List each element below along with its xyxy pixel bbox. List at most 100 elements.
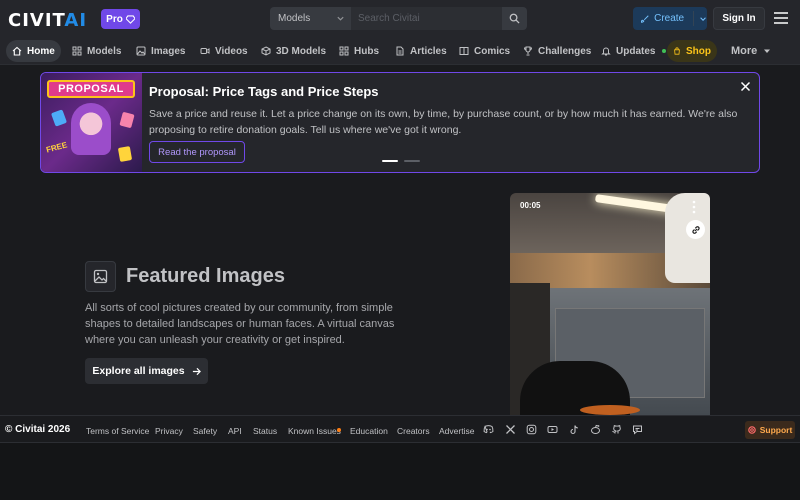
banner-illustration: PROPOSAL FREE: [41, 73, 142, 172]
nav-item-models[interactable]: Models: [66, 40, 127, 62]
carousel-dot[interactable]: [404, 160, 420, 162]
footer-link-api[interactable]: API: [228, 426, 242, 436]
brush-icon: [641, 14, 649, 23]
create-button[interactable]: Create: [633, 7, 707, 30]
nav-label: Challenges: [538, 45, 592, 57]
reddit-icon[interactable]: [590, 424, 601, 435]
footer-link-safety[interactable]: Safety: [193, 426, 217, 436]
featured-images-description: All sorts of cool pictures created by ou…: [85, 302, 395, 346]
top-header: CIVITAI Pro Models / Create Sign In: [0, 0, 800, 37]
footer-link-creators[interactable]: Creators: [397, 426, 430, 436]
bell-icon: [601, 47, 611, 56]
nav-item-home[interactable]: Home: [6, 40, 61, 62]
book-icon: [459, 47, 469, 55]
video-icon: [200, 48, 210, 54]
footer-copyright: © Civitai 2026: [5, 424, 71, 435]
pro-button[interactable]: Pro: [101, 9, 140, 29]
carousel-dot[interactable]: [382, 160, 398, 162]
cube-icon: [261, 46, 271, 56]
proposal-banner: PROPOSAL FREE Proposal: Price Tags and P…: [40, 72, 760, 173]
footer-link-known-issues[interactable]: Known Issues: [288, 426, 341, 436]
featured-images-icon-box: [85, 261, 116, 292]
nav-label: Shop: [686, 45, 711, 57]
footer-bar: © Civitai 2026 Terms of Service Privacy …: [0, 415, 800, 443]
search-icon: [509, 13, 520, 24]
footer-link-status[interactable]: Status: [253, 426, 277, 436]
read-proposal-button[interactable]: Read the proposal: [149, 141, 245, 163]
nav-item-videos[interactable]: Videos: [194, 40, 254, 62]
tiktok-icon[interactable]: [569, 424, 580, 435]
video-duration: 00:05: [520, 201, 541, 210]
chevron-down-icon: [337, 16, 344, 21]
page-bottom-area: [0, 443, 800, 500]
nav-label: 3D Models: [276, 45, 327, 57]
price-tag-shape: [119, 111, 135, 129]
copy-link-button[interactable]: [686, 220, 705, 239]
nav-item-updates[interactable]: Updates: [595, 40, 672, 62]
footer-link-terms[interactable]: Terms of Service: [86, 426, 149, 436]
footer-link-education[interactable]: Education: [350, 426, 388, 436]
nav-item-comics[interactable]: Comics: [453, 40, 516, 62]
lifebuoy-icon: [747, 426, 756, 434]
search-type-value: Models: [278, 13, 311, 24]
known-issues-indicator-dot: [337, 428, 341, 432]
hamburger-menu-icon[interactable]: [774, 12, 788, 24]
trophy-icon: [523, 46, 533, 56]
carousel-indicators: [382, 160, 420, 162]
nav-item-articles[interactable]: Articles: [389, 40, 453, 62]
video-scene-plate: [580, 405, 640, 415]
main-nav: Home Models Images Videos 3D Models Hubs…: [0, 37, 800, 65]
featured-video-card[interactable]: 00:05: [510, 193, 710, 415]
nav-label: Videos: [215, 45, 248, 57]
chevron-down-icon[interactable]: [699, 14, 707, 24]
nav-label: Models: [87, 45, 122, 57]
banner-text: Save a price and reuse it. Let a price c…: [149, 108, 738, 136]
nav-label: Home: [27, 45, 55, 57]
nav-item-more[interactable]: More: [725, 40, 778, 62]
nav-item-hubs[interactable]: Hubs: [333, 40, 385, 62]
github-icon[interactable]: [611, 424, 622, 435]
search-bar: Models /: [270, 7, 527, 30]
chat-icon[interactable]: [632, 424, 643, 435]
diamond-icon: [125, 14, 135, 24]
video-scene-chef: [665, 193, 710, 283]
more-options-icon[interactable]: [692, 200, 696, 214]
link-icon: [691, 225, 700, 234]
grid-icon: [72, 46, 82, 56]
close-icon[interactable]: [740, 81, 751, 92]
app-root: CIVITAI Pro Models / Create Sign In: [0, 0, 800, 500]
arrow-right-icon: [192, 367, 201, 375]
proposal-sign: PROPOSAL: [47, 80, 135, 98]
search-input[interactable]: [352, 7, 502, 30]
support-button[interactable]: Support: [745, 421, 795, 439]
discord-icon[interactable]: [483, 424, 494, 435]
instagram-icon[interactable]: [526, 424, 537, 435]
explore-all-images-button[interactable]: Explore all images: [85, 358, 208, 384]
footer-link-privacy[interactable]: Privacy: [155, 426, 183, 436]
search-type-select[interactable]: Models: [270, 7, 352, 30]
nav-item-3d-models[interactable]: 3D Models: [255, 40, 332, 62]
nav-item-shop[interactable]: Shop: [667, 40, 717, 62]
footer-link-advertise[interactable]: Advertise: [439, 426, 474, 436]
home-icon: [12, 46, 22, 56]
explore-label: Explore all images: [92, 365, 185, 377]
nav-label: More: [731, 45, 758, 57]
logo-main-text: CIVIT: [8, 10, 65, 31]
x-icon[interactable]: [505, 424, 516, 435]
sign-in-button[interactable]: Sign In: [713, 7, 765, 30]
support-label: Support: [759, 425, 793, 435]
civitai-logo[interactable]: CIVITAI: [8, 10, 87, 31]
search-button[interactable]: [502, 7, 527, 30]
nav-item-images[interactable]: Images: [130, 40, 191, 62]
price-tag-shape: [117, 146, 133, 162]
nav-label: Images: [151, 45, 186, 57]
logo-accent-text: AI: [64, 10, 88, 31]
grid-icon: [339, 46, 349, 56]
nav-item-challenges[interactable]: Challenges: [517, 40, 597, 62]
youtube-icon[interactable]: [547, 424, 558, 435]
featured-images-title: Featured Images: [126, 265, 285, 287]
image-icon: [93, 269, 108, 284]
create-divider: [693, 11, 694, 26]
pro-label: Pro: [106, 13, 123, 25]
bag-icon: [674, 47, 680, 55]
